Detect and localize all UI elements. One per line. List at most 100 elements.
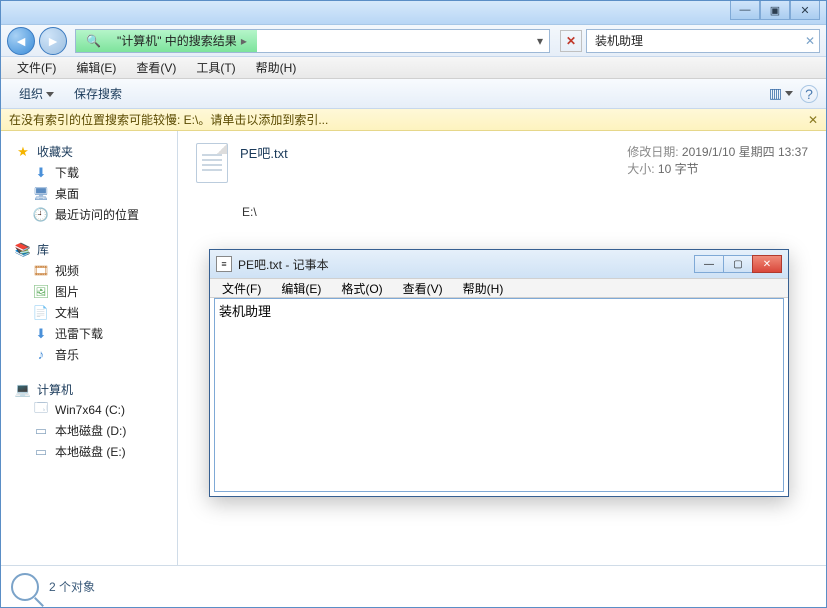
window-titlebar: — ▣ ✕ bbox=[1, 1, 826, 25]
download-icon: ⬇ bbox=[33, 326, 49, 342]
menu-help[interactable]: 帮助(H) bbox=[246, 57, 307, 78]
crumb-arrow-icon: ▸ bbox=[237, 34, 251, 48]
download-icon: ⬇ bbox=[33, 165, 49, 181]
sidebar-item-documents[interactable]: 📄 文档 bbox=[1, 302, 177, 323]
recent-icon: 🕘 bbox=[33, 207, 49, 223]
notepad-menu-help[interactable]: 帮助(H) bbox=[453, 279, 514, 298]
chevron-down-icon bbox=[46, 92, 54, 97]
drive-icon: ▭ bbox=[33, 423, 49, 439]
sidebar-item-label: 图片 bbox=[55, 283, 79, 300]
navigation-pane: ★ 收藏夹 ⬇ 下载 🖥 桌面 🕘 最近访问的位置 📚 库 🎞 视频 🖼 图片 📄 文档 ⬇… bbox=[1, 131, 178, 565]
notepad-menu-file[interactable]: 文件(F) bbox=[212, 279, 271, 298]
document-icon: 📄 bbox=[33, 305, 49, 321]
minimize-button[interactable]: — bbox=[730, 1, 760, 20]
computer-icon: 💻 bbox=[15, 382, 31, 398]
notepad-titlebar[interactable]: ≡ PE吧.txt - 记事本 — ▢ ✕ bbox=[210, 250, 788, 278]
address-search-icon: 🔍 bbox=[76, 30, 107, 52]
picture-icon: 🖼 bbox=[33, 284, 49, 300]
notepad-maximize-button[interactable]: ▢ bbox=[723, 255, 753, 273]
explorer-window: — ▣ ✕ ◄ ► 🔍 "计算机" 中的搜索结果 ▸ ▾ ✕ 装机助理 ✕ 文件… bbox=[0, 0, 827, 608]
size-value: 10 字节 bbox=[658, 162, 699, 176]
sidebar-computer[interactable]: 💻 计算机 bbox=[1, 379, 177, 400]
status-text: 2 个对象 bbox=[49, 578, 95, 595]
view-mode-button[interactable]: ▥ bbox=[770, 83, 792, 105]
magnifier-icon bbox=[11, 573, 39, 601]
notepad-close-button[interactable]: ✕ bbox=[752, 255, 782, 273]
status-bar: 2 个对象 bbox=[1, 565, 826, 607]
sidebar-libraries[interactable]: 📚 库 bbox=[1, 239, 177, 260]
address-dropdown[interactable]: ▾ bbox=[531, 34, 549, 48]
music-icon: ♪ bbox=[33, 347, 49, 363]
search-clear-icon[interactable]: ✕ bbox=[805, 34, 815, 48]
save-search-button[interactable]: 保存搜索 bbox=[64, 83, 132, 104]
menu-edit[interactable]: 编辑(E) bbox=[66, 57, 126, 78]
sidebar-item-desktop[interactable]: 🖥 桌面 bbox=[1, 183, 177, 204]
sidebar-item-xunlei[interactable]: ⬇ 迅雷下载 bbox=[1, 323, 177, 344]
result-metadata: 修改日期: 2019/1/10 星期四 13:37 大小: 10 字节 bbox=[627, 143, 808, 177]
sidebar-libraries-label: 库 bbox=[37, 241, 49, 258]
result-filename: PE吧.txt bbox=[240, 143, 615, 162]
sidebar-favorites-label: 收藏夹 bbox=[37, 143, 73, 160]
notepad-text-area[interactable]: 装机助理 bbox=[214, 298, 784, 492]
text-file-icon bbox=[196, 143, 228, 183]
notepad-menu-view[interactable]: 查看(V) bbox=[393, 279, 453, 298]
address-clear-button[interactable]: ✕ bbox=[560, 30, 582, 52]
sidebar-item-label: 下载 bbox=[55, 164, 79, 181]
nav-back-button[interactable]: ◄ bbox=[7, 27, 35, 55]
sidebar-item-drive-d[interactable]: ▭本地磁盘 (D:) bbox=[1, 420, 177, 441]
menu-view[interactable]: 查看(V) bbox=[126, 57, 186, 78]
warning-close-icon[interactable]: ✕ bbox=[808, 113, 818, 127]
menu-bar: 文件(F) 编辑(E) 查看(V) 工具(T) 帮助(H) bbox=[1, 57, 826, 79]
address-bar[interactable]: 🔍 "计算机" 中的搜索结果 ▸ ▾ bbox=[75, 29, 550, 53]
menu-tools[interactable]: 工具(T) bbox=[186, 57, 245, 78]
address-crumb[interactable]: "计算机" 中的搜索结果 ▸ bbox=[107, 30, 257, 52]
sidebar-item-label: 视频 bbox=[55, 262, 79, 279]
notepad-menu-format[interactable]: 格式(O) bbox=[331, 279, 392, 298]
search-value: 装机助理 bbox=[595, 32, 643, 49]
index-warning-bar[interactable]: 在没有索引的位置搜索可能较慢: E:\。请单击以添加到索引... ✕ bbox=[1, 109, 826, 131]
notepad-icon: ≡ bbox=[216, 256, 232, 272]
sidebar-item-label: 最近访问的位置 bbox=[55, 206, 139, 223]
notepad-menubar: 文件(F) 编辑(E) 格式(O) 查看(V) 帮助(H) bbox=[210, 278, 788, 298]
date-value: 2019/1/10 星期四 13:37 bbox=[682, 145, 808, 159]
sidebar-item-music[interactable]: ♪ 音乐 bbox=[1, 344, 177, 365]
menu-file[interactable]: 文件(F) bbox=[7, 57, 66, 78]
drive-icon: ▭ bbox=[33, 444, 49, 460]
toolbar: 组织 保存搜索 ▥ ? bbox=[1, 79, 826, 109]
organize-button[interactable]: 组织 bbox=[9, 83, 64, 104]
sidebar-item-recent[interactable]: 🕘 最近访问的位置 bbox=[1, 204, 177, 225]
sidebar-item-label: 本地磁盘 (E:) bbox=[55, 443, 126, 460]
sidebar-item-pictures[interactable]: 🖼 图片 bbox=[1, 281, 177, 302]
sidebar-item-downloads[interactable]: ⬇ 下载 bbox=[1, 162, 177, 183]
date-label: 修改日期: bbox=[627, 145, 678, 159]
maximize-button[interactable]: ▣ bbox=[760, 1, 790, 20]
notepad-window[interactable]: ≡ PE吧.txt - 记事本 — ▢ ✕ 文件(F) 编辑(E) 格式(O) … bbox=[209, 249, 789, 497]
sidebar-item-label: 迅雷下载 bbox=[55, 325, 103, 342]
sidebar-item-label: 音乐 bbox=[55, 346, 79, 363]
notepad-title: PE吧.txt - 记事本 bbox=[238, 256, 329, 273]
search-result-item[interactable]: PE吧.txt 修改日期: 2019/1/10 星期四 13:37 大小: 10… bbox=[192, 137, 812, 189]
result-path: E:\ bbox=[192, 189, 812, 223]
close-button[interactable]: ✕ bbox=[790, 1, 820, 20]
size-label: 大小: bbox=[627, 162, 654, 176]
sidebar-computer-label: 计算机 bbox=[37, 381, 73, 398]
sidebar-item-label: 文档 bbox=[55, 304, 79, 321]
sidebar-item-drive-e[interactable]: ▭ 本地磁盘 (E:) bbox=[1, 441, 177, 462]
sidebar-favorites[interactable]: ★ 收藏夹 bbox=[1, 141, 177, 162]
nav-forward-button[interactable]: ► bbox=[39, 27, 67, 55]
warning-text: 在没有索引的位置搜索可能较慢: E:\。请单击以添加到索引... bbox=[9, 111, 328, 128]
sidebar-item-drive-c[interactable]: 🗔Win7x64 (C:) bbox=[1, 400, 177, 420]
video-icon: 🎞 bbox=[33, 263, 49, 279]
notepad-menu-edit[interactable]: 编辑(E) bbox=[271, 279, 331, 298]
search-input[interactable]: 装机助理 ✕ bbox=[586, 29, 820, 53]
notepad-minimize-button[interactable]: — bbox=[694, 255, 724, 273]
organize-label: 组织 bbox=[19, 87, 43, 101]
star-icon: ★ bbox=[15, 144, 31, 160]
library-icon: 📚 bbox=[15, 242, 31, 258]
chevron-down-icon bbox=[785, 91, 793, 96]
sidebar-item-label: Win7x64 (C:) bbox=[55, 403, 125, 417]
sidebar-item-videos[interactable]: 🎞 视频 bbox=[1, 260, 177, 281]
help-button[interactable]: ? bbox=[800, 85, 818, 103]
sidebar-item-label: 桌面 bbox=[55, 185, 79, 202]
desktop-icon: 🖥 bbox=[33, 186, 49, 202]
